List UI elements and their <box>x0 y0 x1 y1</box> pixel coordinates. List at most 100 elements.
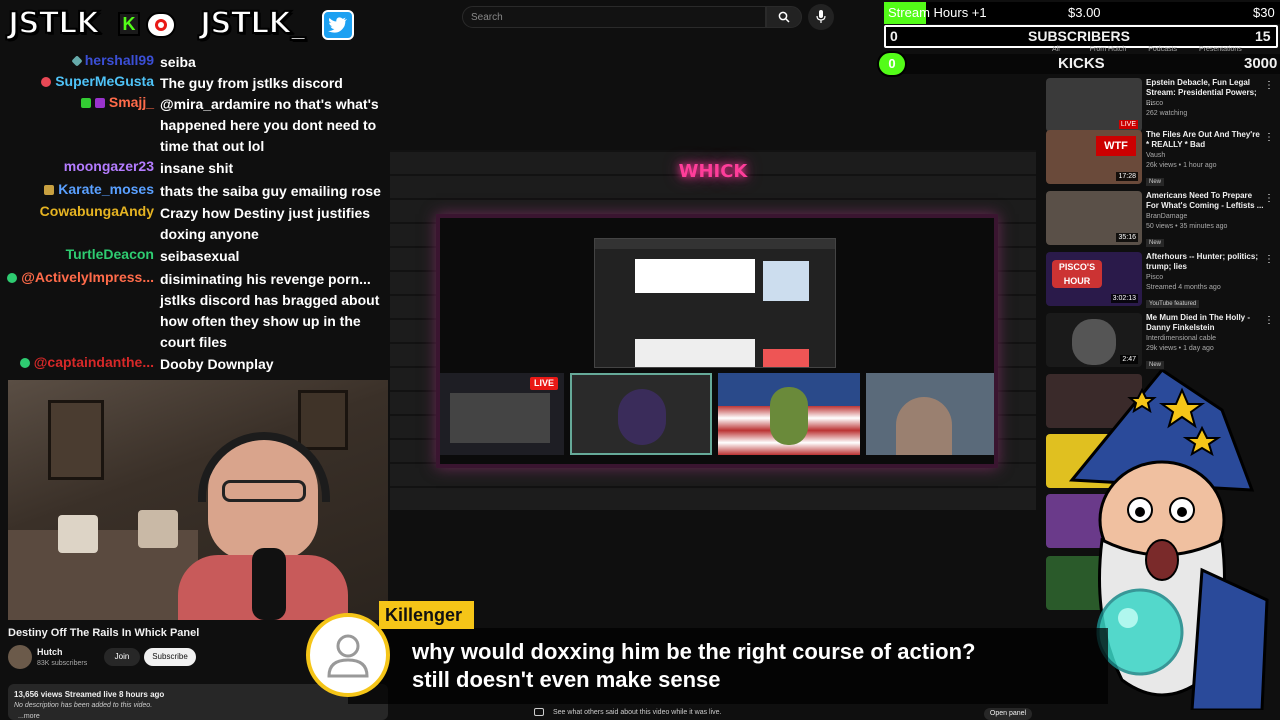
open-panel-button[interactable]: Open panel <box>984 708 1032 720</box>
chat-text: @mira_ardamire no that's what's happened… <box>160 96 379 154</box>
recommendation-tabs[interactable]: All From Hutch Podcasts Presentations <box>1052 46 1242 53</box>
video-thumbnail[interactable]: 2:47 <box>1046 313 1142 367</box>
tab-from-hutch[interactable]: From Hutch <box>1090 46 1127 53</box>
video-thumbnail[interactable]: LIVE <box>1046 78 1142 132</box>
pillow <box>138 510 178 548</box>
page-panel <box>635 259 755 293</box>
video-thumbnail[interactable]: WTF 17:28 <box>1046 130 1142 184</box>
badge-icon <box>41 77 52 88</box>
browser-tabs <box>595 239 835 249</box>
stream-hours-label: Stream Hours +1 <box>888 5 987 20</box>
search-button[interactable] <box>766 6 802 28</box>
voice-search-button[interactable] <box>808 4 834 30</box>
subscribers-count: 0 <box>890 28 898 44</box>
chat-username[interactable]: moongazer23 <box>64 158 154 174</box>
participant-tile <box>866 373 994 455</box>
chat-username[interactable]: hershall99 <box>71 52 154 68</box>
video-duration: 35:16 <box>1116 233 1138 242</box>
chat-username[interactable]: TurtleDeacon <box>66 246 154 262</box>
chat-replay-text: See what others said about this video wh… <box>553 709 722 716</box>
pillow <box>58 515 98 553</box>
wall-picture <box>298 390 348 450</box>
microphone-icon <box>816 10 826 23</box>
more-options-icon[interactable]: ⋮ <box>1264 193 1274 204</box>
kicks-count: 0 <box>877 51 907 77</box>
channel-name[interactable]: Interdimensional cable <box>1146 335 1216 342</box>
jstlk-kick-logo: JSTLK <box>7 5 101 42</box>
subscribe-button[interactable]: Subscribe <box>144 648 196 666</box>
chat-text: thats the saiba guy emailing rose <box>160 183 381 199</box>
chat-username[interactable]: Smajj_ <box>80 94 154 110</box>
new-badge: New <box>1146 361 1165 369</box>
channel-name[interactable]: Hutch <box>37 647 63 657</box>
frog-avatar <box>770 387 808 445</box>
video-thumbnail[interactable]: PISCO'S HOUR 3:02:13 <box>1046 252 1142 306</box>
badge-icon <box>19 358 30 369</box>
alert-avatar <box>306 613 390 697</box>
recommended-video[interactable]: LIVE Epstein Debacle, Fun Legal Stream: … <box>1046 78 1280 136</box>
chat-username[interactable]: @ActivelyImpress... <box>7 269 154 285</box>
recommended-video[interactable]: 2:47 Me Mum Died in The Holly - Danny Fi… <box>1046 313 1280 371</box>
video-meta: 262 watching <box>1146 110 1188 117</box>
video-title[interactable]: Americans Need To Prepare For What's Com… <box>1146 191 1264 211</box>
tab-all[interactable]: All <box>1052 46 1060 53</box>
search-icon <box>778 11 790 23</box>
tab-presentations[interactable]: Presentations <box>1199 46 1242 53</box>
live-badge: LIVE <box>1118 120 1138 129</box>
video-title: Destiny Off The Rails In Whick Panel <box>8 627 200 639</box>
alert-message-line: why would doxxing him be the right cours… <box>412 639 976 664</box>
new-badge: New <box>1146 239 1165 247</box>
search-input[interactable]: Search <box>462 6 766 28</box>
badge-icon <box>94 98 105 109</box>
chat-username[interactable]: SuperMeGusta <box>41 73 154 89</box>
alert-message: why would doxxing him be the right cours… <box>412 638 1092 694</box>
moderator-badge-icon <box>71 55 83 67</box>
video-title[interactable]: Me Mum Died in The Holly - Danny Finkels… <box>1146 313 1264 333</box>
chat-icon <box>534 708 544 716</box>
channel-avatar[interactable] <box>8 645 32 669</box>
thumbnail-graphic <box>1072 319 1116 365</box>
chat-text: Crazy how Destiny just justifies doxing … <box>160 205 371 242</box>
video-meta: 29k views • 1 day ago <box>1146 345 1214 352</box>
video-duration: 3:02:13 <box>1110 294 1138 303</box>
subscriber-count: 83K subscribers <box>37 660 88 667</box>
badge-icon <box>7 273 18 284</box>
channel-name[interactable]: Vaush <box>1146 152 1165 159</box>
chat-text: insane shit <box>160 160 234 176</box>
subscribers-goal: 15 <box>1255 28 1271 44</box>
kicks-goal: 3000 <box>1244 55 1278 72</box>
channel-name[interactable]: BranDamage <box>1146 213 1187 220</box>
more-options-icon[interactable]: ⋮ <box>1264 132 1274 143</box>
stream-hours-goal: $30 <box>1253 5 1275 20</box>
show-more-link[interactable]: ...more <box>18 713 40 720</box>
live-badge: LIVE <box>530 377 558 390</box>
page-panel <box>763 261 809 301</box>
recommended-video[interactable]: WTF 17:28 The Files Are Out And They're … <box>1046 130 1280 188</box>
more-options-icon[interactable]: ⋮ <box>1264 315 1274 326</box>
chat-text: seiba <box>160 54 196 70</box>
chat-username[interactable]: CowabungaAndy <box>40 203 154 219</box>
chat-username[interactable]: Karate_moses <box>44 181 154 197</box>
channel-name[interactable]: Pisco <box>1146 100 1163 107</box>
user-icon <box>327 634 369 678</box>
video-title[interactable]: Afterhours -- Hunter; politics; trump; l… <box>1146 252 1264 272</box>
video-thumbnail[interactable]: 35:16 <box>1046 191 1142 245</box>
recommended-video[interactable]: 35:16 Americans Need To Prepare For What… <box>1046 191 1280 249</box>
video-meta: 26k views • 1 hour ago <box>1146 162 1217 169</box>
join-button[interactable]: Join <box>104 648 140 666</box>
more-options-icon[interactable]: ⋮ <box>1264 254 1274 265</box>
page-panel <box>635 339 755 367</box>
tab-podcasts[interactable]: Podcasts <box>1148 46 1177 53</box>
video-meta: 50 views • 35 minutes ago <box>1146 223 1228 230</box>
video-title[interactable]: The Files Are Out And They're * REALLY *… <box>1146 130 1264 150</box>
more-options-icon[interactable]: ⋮ <box>1264 80 1274 91</box>
video-title[interactable]: Epstein Debacle, Fun Legal Stream: Presi… <box>1146 78 1264 108</box>
chat-username[interactable]: @captaindanthe... <box>19 354 154 370</box>
video-meta: Streamed 4 months ago <box>1146 284 1221 291</box>
chat-text: The guy from jstlks discord <box>160 75 343 91</box>
recommended-video[interactable]: PISCO'S HOUR 3:02:13 Afterhours -- Hunte… <box>1046 252 1280 310</box>
channel-name[interactable]: Pisco <box>1146 274 1163 281</box>
video-duration: 2:47 <box>1120 355 1138 364</box>
subscribers-title: SUBSCRIBERS <box>1028 28 1130 44</box>
stream-hours-amount: $3.00 <box>1068 5 1101 20</box>
